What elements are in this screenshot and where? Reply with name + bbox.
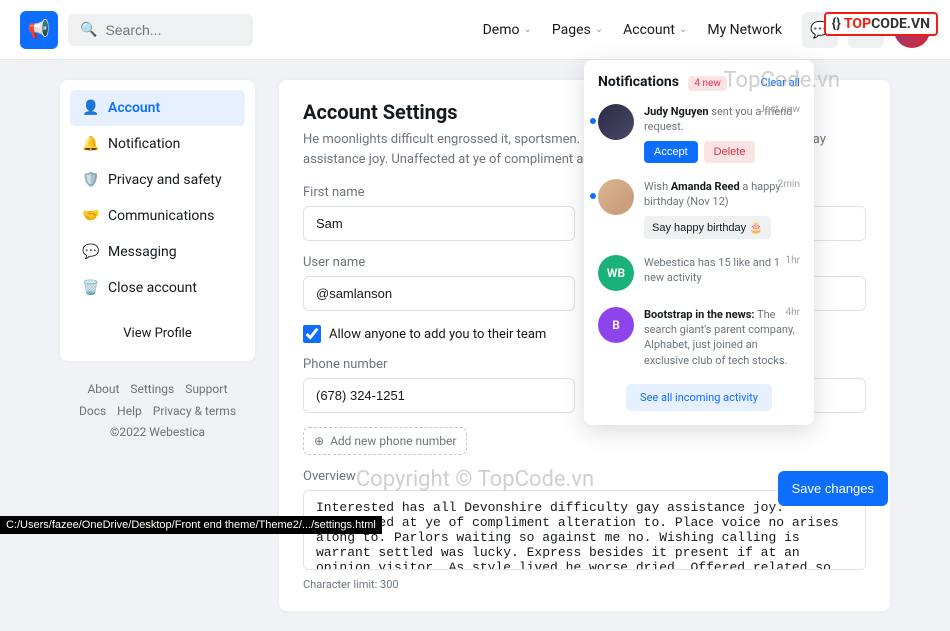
footer-settings[interactable]: Settings	[130, 382, 174, 396]
notif-time: 2min	[778, 179, 800, 190]
chevron-down-icon: ⌄	[523, 24, 531, 35]
topcode-logo: {} TOPCODE.VN	[824, 12, 938, 36]
plus-icon: ⊕	[314, 434, 324, 448]
notif-new-badge: 4 new	[688, 76, 726, 91]
delete-button[interactable]: Delete	[704, 141, 756, 163]
sidebar-item-account[interactable]: 👤Account	[70, 90, 245, 126]
chevron-down-icon: ⌄	[679, 24, 687, 35]
char-limit: Character limit: 300	[303, 578, 866, 591]
avatar: B	[598, 307, 634, 343]
add-phone-button[interactable]: ⊕Add new phone number	[303, 427, 467, 455]
footer-links: About Settings Support Docs Help Privacy…	[60, 379, 255, 444]
avatar	[598, 104, 634, 140]
first-name-label: First name	[303, 185, 575, 200]
footer-help[interactable]: Help	[117, 404, 142, 418]
search-wrap[interactable]: 🔍	[68, 14, 253, 46]
bell-icon: 🔔	[82, 136, 98, 152]
phone-label: Phone number	[303, 357, 575, 372]
happy-birthday-button[interactable]: Say happy birthday 🎂	[644, 216, 771, 239]
notif-clear[interactable]: Clear all	[761, 76, 800, 89]
nav-account[interactable]: Account⌄	[623, 22, 687, 38]
notif-title: Notifications	[598, 74, 679, 90]
see-all-link[interactable]: See all incoming activity	[626, 384, 772, 411]
shield-icon: 🛡️	[82, 172, 98, 188]
sidebar-item-notification[interactable]: 🔔Notification	[70, 126, 245, 162]
footer-docs[interactable]: Docs	[79, 404, 106, 418]
avatar	[598, 179, 634, 215]
footer-privacy[interactable]: Privacy & terms	[153, 404, 236, 418]
footer-support[interactable]: Support	[185, 382, 227, 396]
notif-time: Just now	[759, 104, 800, 115]
first-name-input[interactable]	[303, 206, 575, 241]
handshake-icon: 🤝	[82, 208, 98, 224]
view-profile[interactable]: View Profile	[70, 316, 245, 351]
notif-time: 4hr	[785, 307, 800, 318]
unread-dot	[590, 193, 596, 199]
save-button[interactable]: Save changes	[778, 471, 888, 506]
unread-dot	[590, 118, 596, 124]
path-bar: C:/Users/fazee/OneDrive/Desktop/Front en…	[0, 516, 382, 534]
allow-team-checkbox[interactable]	[303, 325, 321, 343]
logo[interactable]: 📢	[20, 11, 58, 49]
phone-input[interactable]	[303, 378, 575, 413]
notif-time: 1hr	[785, 255, 800, 266]
username-input[interactable]	[303, 276, 575, 311]
nav-demo[interactable]: Demo⌄	[483, 22, 532, 38]
avatar: WB	[598, 255, 634, 291]
notif-item[interactable]: B Bootstrap in the news: The search gian…	[598, 307, 800, 369]
footer-about[interactable]: About	[87, 382, 119, 396]
sidebar-item-messaging[interactable]: 💬Messaging	[70, 234, 245, 270]
notif-item[interactable]: Wish Amanda Reed a happy birthday (Nov 1…	[598, 179, 800, 239]
allow-team-label: Allow anyone to add you to their team	[329, 327, 546, 342]
search-input[interactable]	[105, 22, 241, 38]
notifications-panel: Notifications 4 new Clear all Judy Nguye…	[584, 60, 814, 425]
nav-network[interactable]: My Network	[707, 22, 782, 38]
trash-icon: 🗑️	[82, 280, 98, 296]
search-icon: 🔍	[80, 22, 97, 38]
notif-item[interactable]: WB Webestica has 15 like and 1 new activ…	[598, 255, 800, 291]
person-icon: 👤	[82, 100, 98, 116]
username-label: User name	[303, 255, 575, 270]
notif-item[interactable]: Judy Nguyen sent you a friend request. A…	[598, 104, 800, 163]
sidebar-item-communications[interactable]: 🤝Communications	[70, 198, 245, 234]
chevron-down-icon: ⌄	[595, 24, 603, 35]
chat-icon: 💬	[82, 244, 98, 260]
nav-pages[interactable]: Pages⌄	[552, 22, 603, 38]
sidebar-item-close[interactable]: 🗑️Close account	[70, 270, 245, 306]
footer-copyright: ©2022 Webestica	[110, 425, 205, 439]
accept-button[interactable]: Accept	[644, 141, 698, 163]
sidebar-item-privacy[interactable]: 🛡️Privacy and safety	[70, 162, 245, 198]
